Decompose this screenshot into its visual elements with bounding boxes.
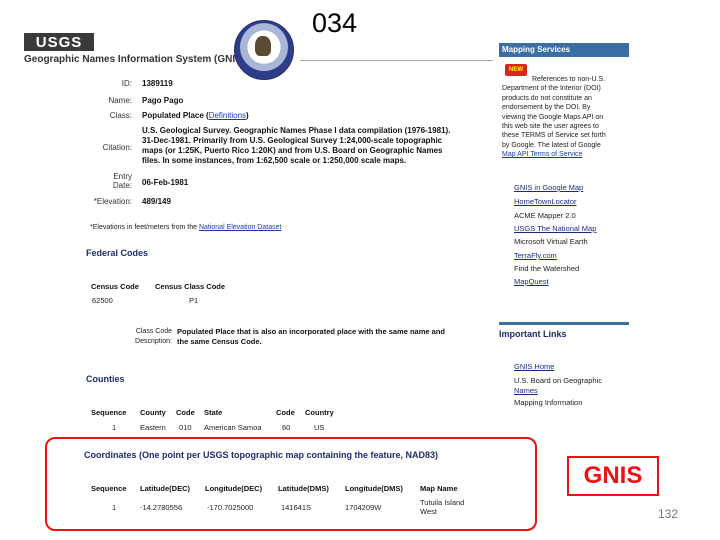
name-value: Pago Pago: [142, 96, 184, 105]
id-label: ID:: [121, 79, 132, 88]
mapping-link-terrafly[interactable]: TerraFly.com: [514, 251, 557, 260]
county-state-code: 60: [282, 423, 291, 432]
disclaimer-line: References to non-U.S.: [532, 76, 606, 83]
federal-codes-heading: Federal Codes: [86, 248, 149, 258]
coord-header-lat-dms: Latitude(DMS): [278, 484, 329, 493]
census-class-value: P1: [189, 296, 199, 305]
coord-map-name: Tutuila Island West: [420, 498, 464, 516]
important-link-board-names[interactable]: Names: [514, 386, 538, 395]
mapping-services-heading: Mapping Services: [499, 43, 629, 57]
id-value: 1389119: [142, 79, 173, 88]
citation-line: U.S. Geological Survey. Geographic Names…: [142, 126, 451, 135]
coord-header-lon-dms: Longitude(DMS): [345, 484, 403, 493]
coord-lat-dec: -14.2780556: [140, 503, 183, 512]
census-class-header: Census Class Code: [155, 282, 226, 291]
important-link-mapping-info[interactable]: Mapping Information: [514, 398, 582, 407]
slide-title: 034: [312, 8, 358, 38]
header-divider: [300, 60, 493, 61]
coord-sequence: 1: [112, 503, 117, 512]
mapping-link-gnis-google[interactable]: GNIS in Google Map: [514, 183, 583, 192]
coord-lon-dms: 1704209W: [345, 503, 382, 512]
entry-date-label-line: Entry: [113, 172, 132, 181]
class-value: Populated Place (Definitions): [142, 111, 249, 120]
class-value-text: Populated Place (: [142, 111, 209, 120]
disclaimer-line: by Google. The latest of Google: [502, 141, 601, 149]
census-code-header: Census Code: [91, 282, 139, 291]
important-link-board[interactable]: U.S. Board on Geographic: [514, 376, 602, 385]
citation-line: 31-Dec-1981. Primarily from U.S. Geologi…: [142, 136, 443, 145]
entry-date-label-line: Date:: [112, 181, 132, 190]
mapping-link-national-map[interactable]: USGS The National Map: [514, 224, 596, 233]
description-label: Description:: [135, 338, 172, 345]
mapping-link-acme[interactable]: ACME Mapper 2.0: [514, 211, 576, 220]
usgs-logo[interactable]: USGS: [24, 33, 94, 51]
counties-header-county: County: [140, 408, 166, 417]
mapping-link-hometownlocator[interactable]: HomeTownLocator: [514, 197, 577, 206]
disclaimer-line: this web site the user agrees to: [502, 123, 599, 131]
coord-map-name-line: Tutuila Island: [420, 498, 465, 507]
coord-header-map-name: Map Name: [420, 484, 458, 493]
mapping-link-virtual-earth[interactable]: Microsoft Virtual Earth: [514, 237, 588, 246]
county-name: Eastern: [140, 423, 166, 432]
disclaimer-line: products do not constitute an: [502, 94, 592, 102]
class-close: ): [246, 111, 249, 120]
county-sequence: 1: [112, 423, 117, 432]
elevation-value: 489/149: [142, 197, 171, 206]
disclaimer-line: Department of the Interior (DOI): [502, 85, 601, 93]
county-country: US: [314, 423, 325, 432]
coord-lat-dms: 141641S: [281, 503, 312, 512]
name-label: Name:: [108, 96, 132, 105]
coord-lon-dec: -170.7025000: [207, 503, 254, 512]
class-code-label: Class Code: [135, 328, 172, 335]
citation-label: Citation:: [102, 143, 132, 152]
gnis-callout: GNIS: [567, 456, 659, 496]
disclaimer-line: viewing the Google Maps API on: [502, 113, 604, 121]
mapping-link-watershed[interactable]: Find the Watershed: [514, 264, 579, 273]
disclaimer-text: References to non-U.S. Department of the…: [502, 75, 606, 160]
entry-date-value: 06-Feb-1981: [142, 178, 189, 187]
coord-header-sequence: Sequence: [91, 484, 127, 493]
citation-line: files. In some instances, from 1:62,500 …: [142, 156, 407, 165]
description-line: Populated Place that is also an incorpor…: [177, 327, 445, 336]
definitions-link[interactable]: Definitions: [209, 111, 246, 120]
counties-header-state: State: [204, 408, 223, 417]
counties-header-sequence: Sequence: [91, 408, 127, 417]
county-code: 010: [179, 423, 192, 432]
census-code-value: 62500: [92, 296, 113, 305]
citation-line: maps (or 1:25K, Puerto Rico 1:20K) and f…: [142, 146, 443, 155]
elevation-note-text: *Elevations in feet/meters from the: [90, 224, 199, 231]
elevation-note: *Elevations in feet/meters from the Nati…: [90, 224, 281, 231]
ned-link[interactable]: National Elevation Dataset: [199, 224, 282, 231]
description-line: the same Census Code.: [177, 337, 262, 346]
elevation-label: *Elevation:: [93, 197, 132, 206]
counties-header-state-code: Code: [276, 408, 295, 417]
class-label: Class:: [109, 111, 132, 120]
coord-header-lon-dec: Longitude(DEC): [205, 484, 263, 493]
important-links-heading: Important Links: [499, 322, 629, 341]
counties-header-code: Code: [176, 408, 195, 417]
citation-text: U.S. Geological Survey. Geographic Names…: [142, 126, 450, 166]
coord-map-name-line: West: [420, 507, 437, 516]
coordinates-heading: Coordinates (One point per USGS topograp…: [84, 450, 439, 460]
map-api-terms-link[interactable]: Map API Terms of Service: [502, 150, 606, 159]
disclaimer-line: these TERMS of Service set forth: [502, 132, 606, 140]
counties-header-country: Country: [305, 408, 334, 417]
coord-header-lat-dec: Latitude(DEC): [140, 484, 190, 493]
disclaimer-line: endorsement by the DOI. By: [502, 104, 591, 112]
important-link-gnis-home[interactable]: GNIS Home: [514, 362, 554, 371]
class-code-description: Populated Place that is also an incorpor…: [177, 327, 445, 347]
page-number: 132: [657, 507, 678, 521]
mapping-link-mapquest[interactable]: MapQuest: [514, 277, 549, 286]
counties-heading: Counties: [86, 374, 125, 384]
eagle-icon: [255, 36, 271, 56]
entry-date-label: Entry Date:: [84, 172, 132, 190]
class-code-labels: Class Code Description:: [124, 327, 172, 347]
app-title: Geographic Names Information System (GNI…: [24, 54, 246, 65]
county-state: American Samoa: [204, 423, 262, 432]
